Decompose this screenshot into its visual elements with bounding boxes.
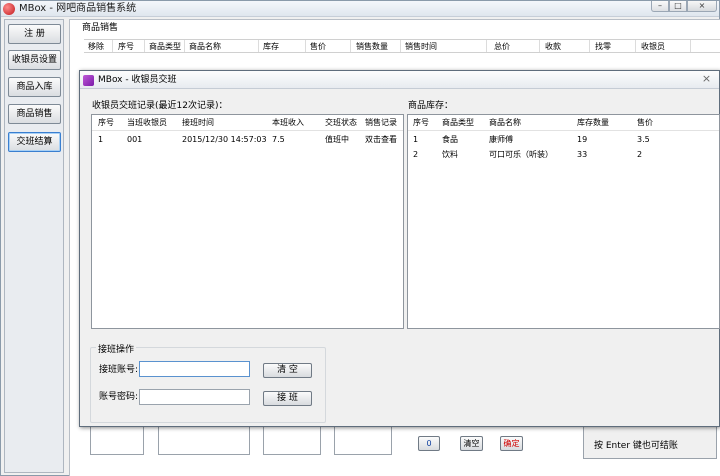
shift-col-cashier[interactable]: 当班收银员: [127, 117, 167, 128]
summary-box: [263, 425, 321, 455]
table-cell: 3.5: [637, 135, 650, 144]
table-cell: 康师傅: [489, 135, 513, 144]
col-index[interactable]: 序号: [118, 41, 134, 52]
inventory-list[interactable]: 序号 商品类型 商品名称 库存数量 售价 1 食品 康师傅 19 3.5 2 饮…: [407, 114, 720, 329]
account-input[interactable]: [139, 361, 250, 377]
dialog-app-icon: [83, 75, 94, 86]
table-cell: 33: [577, 150, 588, 159]
sales-table-header: 移除 序号 商品类型 商品名称 库存 售价 销售数量 销售时间 总价 收款 找零…: [84, 39, 720, 53]
table-cell: 食品: [442, 135, 458, 144]
inventory-label: 商品库存：: [408, 101, 454, 111]
inv-col-stock[interactable]: 库存数量: [577, 117, 609, 128]
inv-col-name[interactable]: 商品名称: [489, 117, 521, 128]
col-change[interactable]: 找零: [595, 41, 611, 52]
table-cell: 值班中: [325, 135, 349, 144]
dialog-close-icon[interactable]: ×: [694, 72, 719, 86]
inv-col-price[interactable]: 售价: [637, 117, 653, 128]
col-time[interactable]: 销售时间: [405, 41, 437, 52]
shift-col-sales-record[interactable]: 销售记录: [365, 117, 397, 128]
nav-cashier-settings-button[interactable]: 收银员设置: [8, 50, 61, 70]
dialog-titlebar[interactable]: MBox - 收银员交班 ×: [80, 71, 719, 89]
sales-panel-title: 商品销售: [82, 23, 119, 33]
app-icon: [3, 3, 15, 15]
summary-box: [334, 425, 392, 455]
nav-sales-button[interactable]: 商品销售: [8, 104, 61, 124]
shift-col-start-time[interactable]: 接班时间: [182, 117, 214, 128]
table-cell: 1: [413, 135, 419, 144]
summary-box: [158, 425, 250, 455]
handover-group: [90, 347, 326, 423]
clear-cart-button[interactable]: 清空: [460, 436, 483, 451]
clear-fields-button[interactable]: 清 空: [263, 363, 312, 378]
col-total[interactable]: 总价: [494, 41, 510, 52]
password-label: 账号密码:: [99, 392, 139, 402]
main-titlebar[interactable]: MBox - 网吧商品销售系统 – □ ×: [1, 1, 719, 17]
table-cell: 饮料: [442, 150, 458, 159]
dialog-title: MBox - 收银员交班: [98, 75, 177, 85]
col-name[interactable]: 商品名称: [189, 41, 221, 52]
table-cell: 19: [577, 135, 588, 144]
handover-group-title: 接班操作: [96, 344, 137, 356]
handover-button[interactable]: 接 班: [263, 391, 312, 406]
nav-stock-in-button[interactable]: 商品入库: [8, 77, 61, 97]
password-input[interactable]: [139, 389, 250, 405]
nav-shift-settlement-button[interactable]: 交班结算: [8, 132, 61, 152]
shift-col-income[interactable]: 本班收入: [272, 117, 304, 128]
close-button[interactable]: ×: [687, 1, 717, 12]
col-qty[interactable]: 销售数量: [356, 41, 388, 52]
maximize-button[interactable]: □: [669, 1, 687, 12]
table-cell: 001: [127, 135, 143, 144]
nav-register-button[interactable]: 注 册: [8, 24, 61, 44]
col-cashier[interactable]: 收银员: [641, 41, 665, 52]
col-remove[interactable]: 移除: [88, 41, 104, 52]
table-cell: 可口可乐（听装）: [489, 150, 553, 159]
table-cell: 2: [413, 150, 419, 159]
confirm-checkout-button[interactable]: 确定: [500, 436, 523, 451]
table-cell: 2: [637, 150, 643, 159]
enter-hint: 按 Enter 键也可结账: [594, 441, 678, 451]
inv-col-type[interactable]: 商品类型: [442, 117, 474, 128]
minimize-button[interactable]: –: [651, 1, 669, 12]
view-sales-record-link[interactable]: 双击查看: [365, 134, 397, 145]
table-cell: 2015/12/30 14:57:03: [182, 135, 267, 144]
window-title: MBox - 网吧商品销售系统: [19, 3, 137, 14]
summary-box: [90, 425, 144, 455]
table-cell: 1: [98, 135, 104, 144]
shift-col-index[interactable]: 序号: [98, 117, 114, 128]
inv-col-index[interactable]: 序号: [413, 117, 429, 128]
table-cell: 7.5: [272, 135, 285, 144]
col-type[interactable]: 商品类型: [149, 41, 181, 52]
enter-hint-box: 按 Enter 键也可结账: [583, 425, 717, 459]
col-received[interactable]: 收款: [545, 41, 561, 52]
shift-records-list[interactable]: 序号 当班收银员 接班时间 本班收入 交班状态 销售记录 1 001 2015/…: [91, 114, 404, 329]
nav-panel: 注 册 收银员设置 商品入库 商品销售 交班结算: [4, 19, 64, 473]
col-price[interactable]: 售价: [310, 41, 326, 52]
count-display[interactable]: 0: [418, 436, 440, 451]
shift-col-status[interactable]: 交班状态: [325, 117, 357, 128]
col-stock[interactable]: 库存: [263, 41, 279, 52]
account-label: 接班账号:: [99, 365, 139, 375]
shift-handover-dialog: MBox - 收银员交班 × 收银员交班记录(最近12次记录)： 序号 当班收银…: [79, 70, 720, 427]
shift-records-label: 收银员交班记录(最近12次记录)：: [92, 101, 228, 111]
